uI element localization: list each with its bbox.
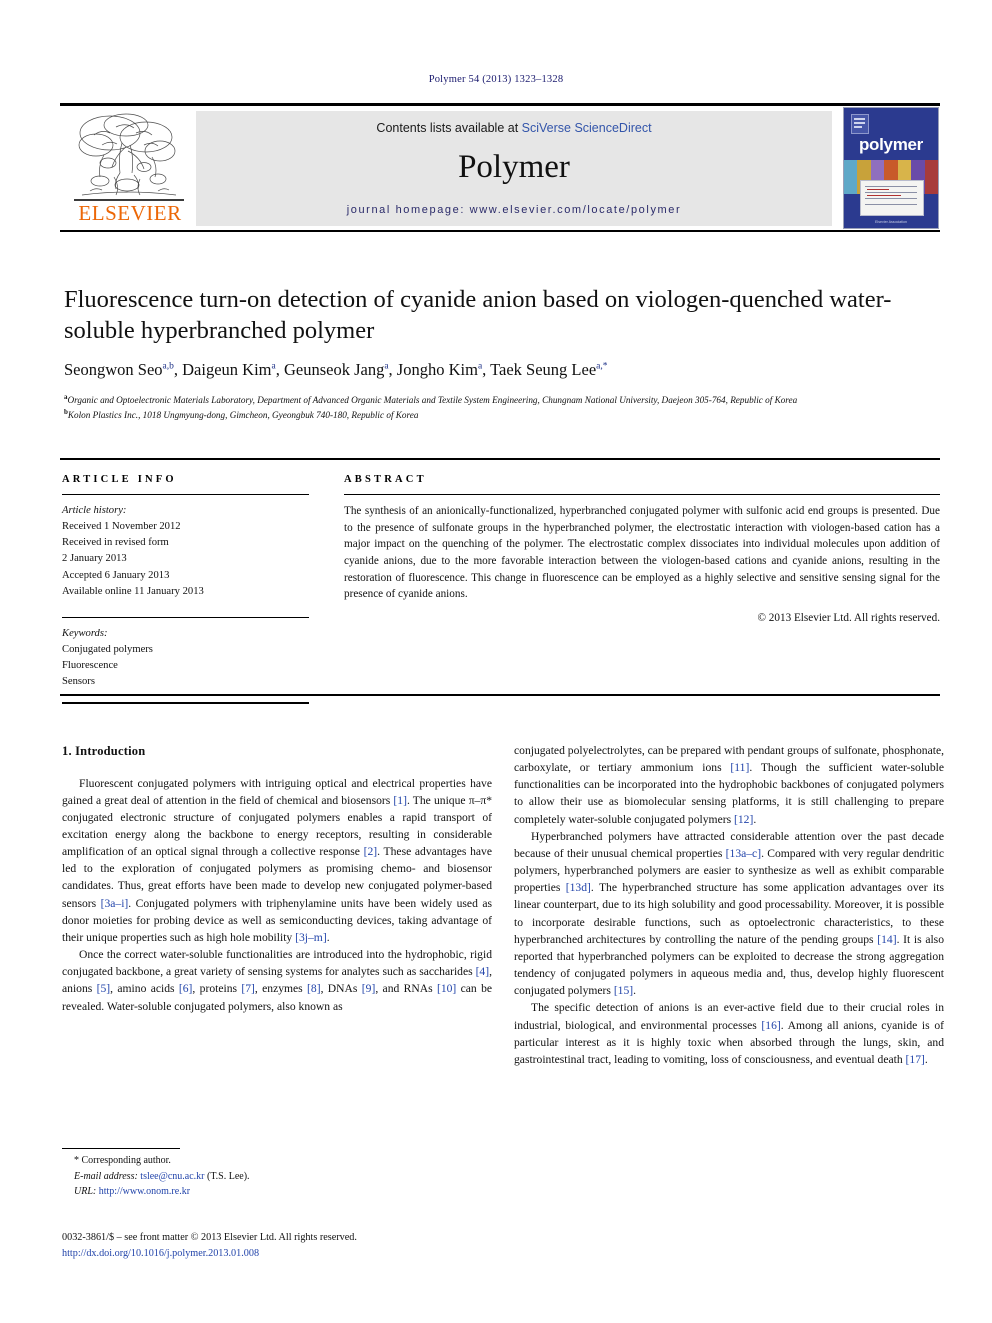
journal-title: Polymer [458, 149, 570, 185]
author-list: Seongwon Seoa,b, Daigeun Kima, Geunseok … [64, 360, 608, 379]
masthead-top-rule [60, 103, 940, 106]
info-band-top-rule [60, 458, 940, 460]
keywords-label: Keywords: [62, 627, 108, 639]
keywords-rule [62, 616, 309, 618]
email-link[interactable]: tslee@cnu.ac.kr [140, 1171, 204, 1182]
article-history: Article history: Received 1 November 201… [62, 503, 309, 600]
cover-footer-text: Elsevier Association [875, 219, 907, 224]
elsevier-logo: ELSEVIER [66, 111, 194, 226]
keywords-bottom-rule [62, 702, 309, 704]
journal-homepage-link[interactable]: journal homepage: www.elsevier.com/locat… [196, 204, 832, 216]
elsevier-badge-icon [851, 114, 869, 134]
keyword-item: Conjugated polymers [62, 644, 153, 656]
elsevier-tree-icon [78, 113, 177, 196]
running-head: Polymer 54 (2013) 1323–1328 [428, 74, 564, 85]
history-item: Accepted 6 January 2013 [62, 569, 170, 581]
masthead-bottom-rule [60, 230, 940, 232]
footnote-rule [62, 1148, 180, 1150]
article-info-rule [62, 494, 309, 496]
imprint-block: 0032-3861/$ – see front matter © 2013 El… [62, 1230, 522, 1263]
abstract-column: ABSTRACT The synthesis of an anionically… [344, 474, 940, 624]
abstract-copyright: © 2013 Elsevier Ltd. All rights reserved… [757, 611, 941, 624]
keyword-item: Fluorescence [62, 660, 118, 672]
body-paragraph: conjugated polyelectrolytes, can be prep… [514, 744, 945, 826]
affiliation-a: aOrganic and Optoelectronic Materials La… [64, 393, 798, 406]
keyword-item: Sensors [62, 676, 95, 688]
history-item: Available online 11 January 2013 [62, 585, 204, 597]
section-heading-introduction: 1. Introduction [62, 744, 146, 758]
doi-link[interactable]: http://dx.doi.org/10.1016/j.polymer.2013… [62, 1246, 522, 1262]
elsevier-wordmark: ELSEVIER [78, 201, 182, 225]
url-line: URL: http://www.onom.re.kr [74, 1186, 191, 1197]
body-paragraph: Once the correct water-soluble functiona… [62, 948, 493, 1013]
email-line: E-mail address: tslee@cnu.ac.kr (T.S. Le… [74, 1170, 250, 1182]
contents-prefix: Contents lists available at [376, 121, 522, 135]
body-paragraph: The specific detection of anions is an e… [514, 1001, 944, 1066]
body-paragraph: Fluorescent conjugated polymers with int… [62, 776, 492, 944]
issn-copyright-line: 0032-3861/$ – see front matter © 2013 El… [62, 1232, 357, 1243]
keywords-block: Keywords: Conjugated polymers Fluorescen… [62, 626, 309, 690]
abstract-rule [344, 494, 940, 496]
article-info-heading: ARTICLE INFO [62, 474, 177, 485]
masthead-banner: Contents lists available at SciVerse Sci… [196, 111, 832, 226]
corresponding-author-footnote: * Corresponding author. E-mail address: … [62, 1153, 492, 1200]
sciencedirect-link[interactable]: SciVerse ScienceDirect [522, 121, 652, 135]
page-title: Fluorescence turn-on detection of cyanid… [64, 286, 892, 345]
history-item: Received 1 November 2012 [62, 521, 181, 533]
body-column-right: conjugated polyelectrolytes, can be prep… [514, 742, 944, 1068]
abstract-text: The synthesis of an anionically-function… [344, 505, 940, 601]
paper-page: Polymer 54 (2013) 1323–1328 ELSEVIER Con… [0, 0, 992, 1323]
author-url-link[interactable]: http://www.onom.re.kr [99, 1186, 190, 1197]
article-history-label: Article history: [62, 505, 127, 517]
article-info-column: ARTICLE INFO Article history: Received 1… [62, 474, 309, 704]
body-column-left: 1. Introduction Fluorescent conjugated p… [62, 742, 492, 1015]
corresponding-author-line: * Corresponding author. [74, 1155, 171, 1166]
journal-cover-thumbnail: polymer Elsevier Association [843, 107, 939, 229]
history-item: 2 January 2013 [62, 553, 127, 565]
cover-inset-chart [860, 180, 924, 216]
history-item: Received in revised form [62, 537, 169, 549]
affiliations: aOrganic and Optoelectronic Materials La… [64, 392, 944, 423]
cover-journal-title: polymer [858, 135, 924, 154]
contents-available-line: Contents lists available at SciVerse Sci… [196, 121, 832, 135]
abstract-heading: ABSTRACT [344, 474, 427, 485]
body-paragraph: Hyperbranched polymers have attracted co… [514, 829, 944, 998]
affiliation-b: bKolon Plastics Inc., 1018 Ungmyung-dong… [64, 408, 419, 421]
journal-masthead: ELSEVIER Contents lists available at Sci… [60, 103, 940, 232]
